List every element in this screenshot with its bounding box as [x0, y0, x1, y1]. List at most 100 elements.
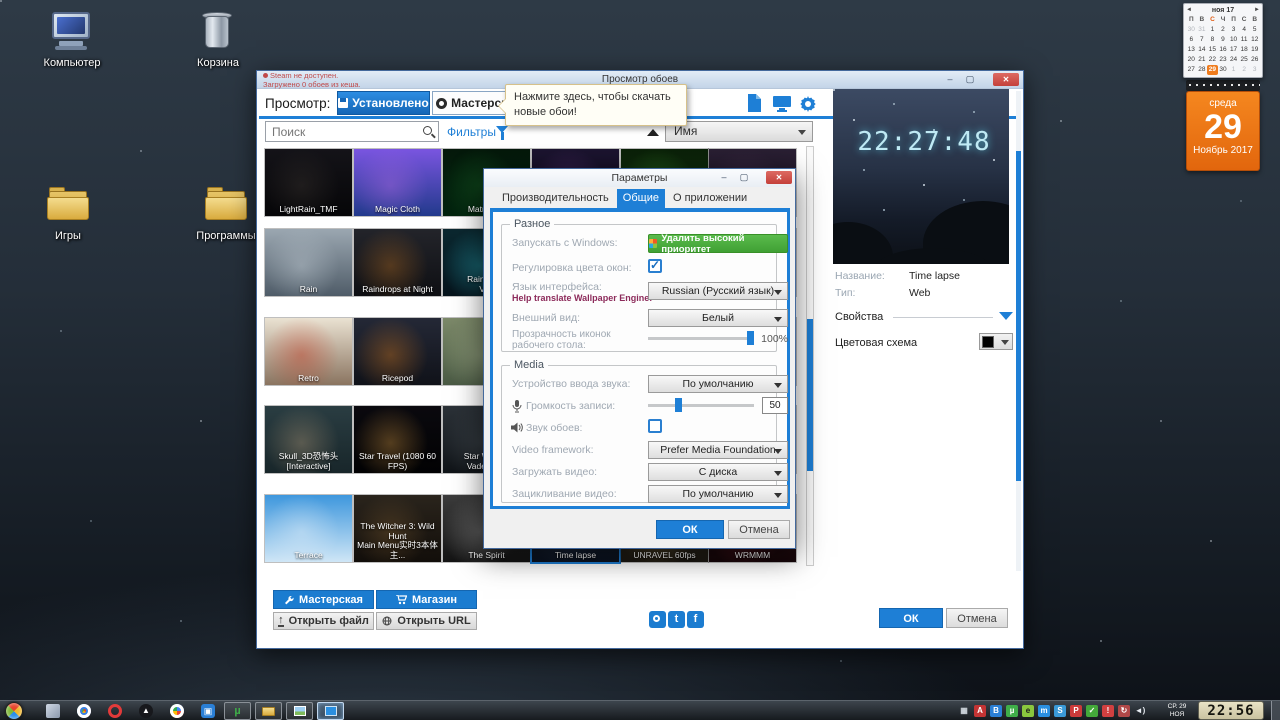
record-volume-slider[interactable] [648, 397, 754, 413]
facebook-icon[interactable]: f [687, 611, 704, 628]
show-desktop-button[interactable] [1271, 701, 1280, 720]
desktop-icon-games[interactable]: Игры [20, 183, 116, 242]
properties-expander-icon[interactable] [999, 312, 1013, 320]
calendar-day-cell[interactable]: 21 [1197, 55, 1208, 65]
wallpaper-tile[interactable]: Retro [265, 318, 352, 385]
calendar-day-cell[interactable]: 26 [1249, 55, 1260, 65]
dialog-tab-3[interactable]: О приложении [667, 189, 753, 208]
dialog-cancel-button[interactable]: Отмена [728, 520, 790, 539]
opera-icon[interactable] [108, 704, 122, 718]
calendar-day-cell[interactable]: 10 [1228, 35, 1239, 45]
color-adjust-checkbox[interactable] [648, 259, 662, 273]
calendar-day-cell[interactable]: 18 [1239, 45, 1250, 55]
wallpaper-tile[interactable]: Star Travel (1080 60 FPS) [354, 406, 441, 473]
workshop-button[interactable]: Мастерская [273, 590, 374, 609]
calendar-day-cell[interactable]: 13 [1186, 45, 1197, 55]
tray-grid-icon[interactable]: ▦ [958, 705, 970, 717]
calendar-day-cell[interactable]: 20 [1186, 55, 1197, 65]
calendar-day-cell[interactable]: 8 [1207, 35, 1218, 45]
calendar-day-cell[interactable]: 31 [1197, 25, 1208, 35]
tray-flag-icon[interactable]: ! [1102, 705, 1114, 717]
icon-opacity-slider[interactable] [648, 330, 754, 346]
color-scheme-dropdown[interactable] [979, 333, 1013, 350]
taskbar-app-utorrent[interactable]: µ [224, 702, 251, 720]
panel-scrollbar-thumb[interactable] [1016, 151, 1021, 481]
calendar-prev-icon[interactable]: ◄ [1186, 5, 1192, 15]
calendar-day-cell[interactable]: 24 [1228, 55, 1239, 65]
mediaget-icon[interactable]: ▲ [139, 704, 153, 718]
calendar-day-cell[interactable]: 19 [1249, 45, 1260, 55]
calendar-day-cell[interactable]: 15 [1207, 45, 1218, 55]
calendar-next-icon[interactable]: ► [1254, 5, 1260, 15]
twitter-icon[interactable]: t [668, 611, 685, 628]
wallpaper-tile[interactable]: Raindrops at Night [354, 229, 441, 296]
dialog-maximize-button[interactable]: ▢ [737, 171, 751, 183]
calendar-day-cell[interactable]: 9 [1218, 35, 1229, 45]
wallpaper-tile[interactable]: Skull_3D恐怖头 [Interactive] [265, 406, 352, 473]
panel-scrollbar[interactable] [1016, 91, 1021, 571]
tray-defender-icon[interactable]: ✓ [1086, 705, 1098, 717]
window-cancel-button[interactable]: Отмена [946, 608, 1008, 628]
calendar-day-cell[interactable]: 30 [1186, 25, 1197, 35]
record-volume-input[interactable] [762, 397, 788, 414]
wallpaper-tile[interactable]: Magic Cloth [354, 149, 441, 216]
language-dropdown[interactable]: Russian (Русский язык) [648, 282, 788, 300]
translate-link[interactable]: Help translate Wallpaper Engine! [512, 293, 652, 303]
video-load-dropdown[interactable]: С диска [648, 463, 788, 481]
computer-icon[interactable] [46, 704, 60, 718]
taskbar-app-wallpaper-engine[interactable] [317, 702, 344, 720]
slider-thumb[interactable] [747, 331, 754, 345]
calendar-day-cell[interactable]: 27 [1186, 65, 1197, 75]
taskbar-app-explorer[interactable] [255, 702, 282, 720]
dialog-tab-2[interactable]: Общие [617, 189, 665, 208]
tray-volume-icon[interactable]: ◄) [1134, 705, 1146, 717]
desktop-icon-computer[interactable]: Компьютер [24, 10, 120, 69]
audio-input-dropdown[interactable]: По умолчанию [648, 375, 788, 393]
calendar-day-cell[interactable]: 2 [1218, 25, 1229, 35]
desktop-icon-recycle-bin[interactable]: Корзина [170, 10, 266, 69]
taskbar-date[interactable]: СР. 29НОЯ [1158, 703, 1196, 719]
google-icon[interactable] [170, 704, 184, 718]
wallpaper-tile[interactable]: The Witcher 3: Wild Hunt Main Menu实时3本体主… [354, 495, 441, 562]
tray-photoshop-icon[interactable]: P [1070, 705, 1082, 717]
wallpaper-sound-checkbox[interactable] [648, 419, 662, 433]
calendar-day-cell[interactable]: 14 [1197, 45, 1208, 55]
app-blue-icon[interactable]: ▣ [201, 704, 215, 718]
calendar-day-cell[interactable]: 1 [1207, 25, 1218, 35]
wallpaper-tile[interactable]: Rain [265, 229, 352, 296]
calendar-day-cell[interactable]: 25 [1239, 55, 1250, 65]
dialog-minimize-button[interactable]: – [717, 171, 731, 183]
tray-nvidia-icon[interactable]: e [1022, 705, 1034, 717]
wallpaper-tile[interactable]: LightRain_TMF [265, 149, 352, 216]
calendar-day-cell[interactable]: 3 [1249, 65, 1260, 75]
grid-scrollbar-thumb[interactable] [807, 319, 813, 471]
tray-sync-icon[interactable]: S [1054, 705, 1066, 717]
dialog-ok-button[interactable]: ОК [656, 520, 724, 539]
remove-priority-button[interactable]: Удалить высокий приоритет [648, 234, 788, 253]
grid-scrollbar[interactable] [806, 146, 814, 566]
calendar-day-cell[interactable]: 17 [1228, 45, 1239, 55]
dialog-tab-1[interactable]: Производительность [496, 189, 615, 208]
video-framework-dropdown[interactable]: Prefer Media Foundation [648, 441, 788, 459]
wallpaper-tile[interactable]: Terrace [265, 495, 352, 562]
calendar-day-cell[interactable]: 28 [1197, 65, 1208, 75]
tray-acrobat-icon[interactable]: A [974, 705, 986, 717]
start-button[interactable] [5, 702, 23, 720]
video-loop-dropdown[interactable]: По умолчанию [648, 485, 788, 503]
calendar-day-cell[interactable]: 12 [1249, 35, 1260, 45]
tray-maxthon-icon[interactable]: m [1038, 705, 1050, 717]
taskbar-app-photos[interactable] [286, 702, 313, 720]
open-url-button[interactable]: Открыть URL [376, 612, 477, 630]
tray-utorrent-icon[interactable]: µ [1006, 705, 1018, 717]
slider-thumb[interactable] [675, 398, 682, 412]
calendar-day-cell[interactable]: 1 [1228, 65, 1239, 75]
calendar-day-cell[interactable]: 5 [1249, 25, 1260, 35]
calendar-day-cell[interactable]: 30 [1218, 65, 1229, 75]
calendar-day-cell[interactable]: 29 [1207, 65, 1218, 75]
window-ok-button[interactable]: ОК [879, 608, 943, 628]
tray-bluetooth-icon[interactable]: B [990, 705, 1002, 717]
calendar-day-cell[interactable]: 4 [1239, 25, 1250, 35]
steam-social-icon[interactable] [649, 611, 666, 628]
calendar-day-cell[interactable]: 11 [1239, 35, 1250, 45]
calendar-day-cell[interactable]: 3 [1228, 25, 1239, 35]
